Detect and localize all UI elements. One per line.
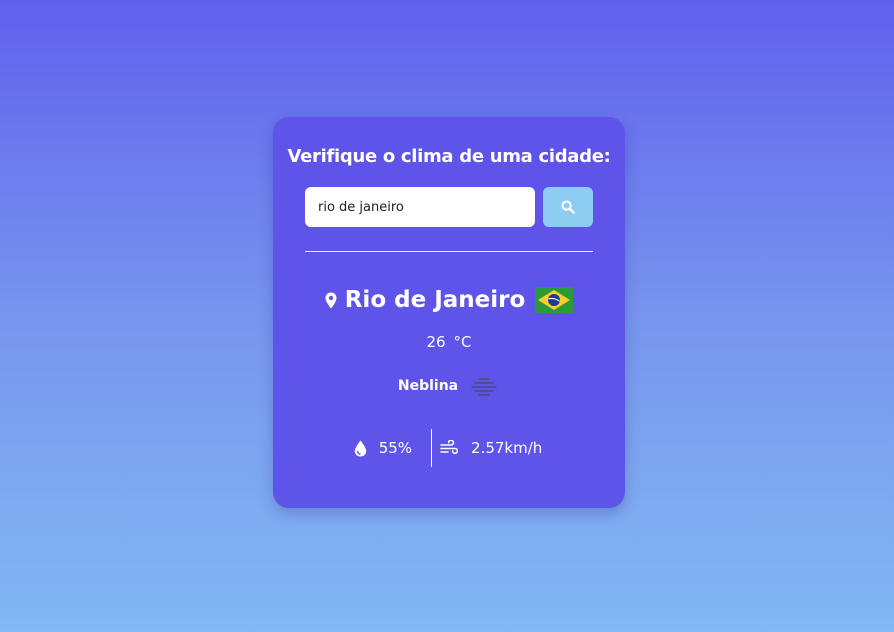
divider	[305, 251, 593, 252]
form-title: Verifique o clima de uma cidade:	[287, 146, 611, 167]
temperature: 26 °C	[273, 333, 625, 351]
humidity: 55%	[354, 439, 412, 457]
temperature-value: 26	[426, 333, 446, 351]
weather-description: Neblina	[273, 374, 625, 398]
city-name: Rio de Janeiro	[344, 287, 526, 313]
temperature-unit: °C	[453, 333, 472, 351]
city-heading: Rio de Janeiro	[273, 284, 625, 316]
description-text: Neblina	[397, 378, 459, 394]
wind-icon	[440, 440, 459, 456]
details-divider	[431, 429, 433, 467]
brazil-flag-icon	[535, 287, 574, 313]
mist-icon	[470, 376, 498, 396]
wind: 2.57km/h	[440, 439, 542, 457]
search-icon	[561, 200, 575, 214]
weather-card: Verifique o clima de uma cidade: Rio de …	[273, 117, 625, 508]
city-search-input[interactable]	[305, 187, 535, 227]
search-form	[305, 187, 593, 227]
search-button[interactable]	[543, 187, 593, 227]
humidity-value: 55%	[378, 439, 413, 457]
wind-value: 2.57km/h	[471, 439, 543, 457]
droplet-icon	[354, 440, 367, 457]
map-pin-icon	[325, 292, 337, 309]
weather-details: 55% 2.57km/h	[271, 429, 625, 467]
